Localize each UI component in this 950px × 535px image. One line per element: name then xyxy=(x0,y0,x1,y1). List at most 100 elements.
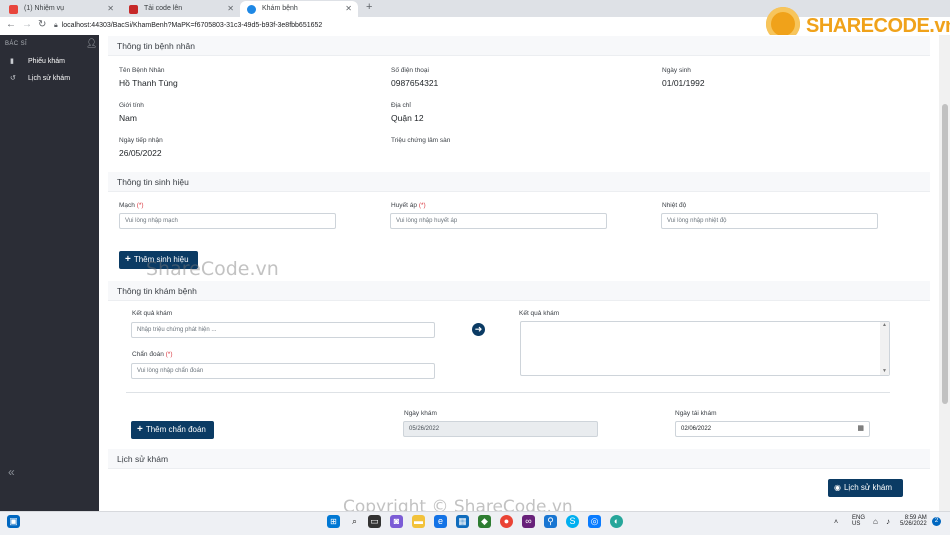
divider xyxy=(126,392,890,393)
tab-title: Khám bệnh xyxy=(262,5,298,12)
phone-label: Số điện thoại xyxy=(391,67,429,74)
tab-title: Tải code lên xyxy=(144,5,183,12)
patient-section-title: Thông tin bệnh nhân xyxy=(117,41,195,51)
back-arrow-icon[interactable]: ← xyxy=(6,19,16,30)
chat-icon[interactable]: ◙ xyxy=(390,515,403,528)
tab-favicon-icon xyxy=(247,5,256,14)
maps-icon[interactable]: ⚲ xyxy=(544,515,557,528)
collapse-sidebar-icon[interactable]: « xyxy=(8,465,15,479)
page-scrollbar-thumb[interactable] xyxy=(942,104,948,404)
search-icon[interactable]: ⌕ xyxy=(348,515,361,528)
scroll-down-icon[interactable]: ▼ xyxy=(882,368,887,374)
temperature-input[interactable]: Vui lòng nhập nhiệt độ xyxy=(661,213,878,229)
plus-icon: + xyxy=(125,254,131,265)
intake-date-value: 26/05/2022 xyxy=(119,148,162,158)
file-explorer-icon[interactable]: ▬ xyxy=(412,515,425,528)
watermark-center: ShareCode.vn xyxy=(146,258,279,280)
sidebar xyxy=(0,35,99,511)
pulse-input[interactable]: Vui lòng nhập mạch xyxy=(119,213,336,229)
network-icon[interactable]: ⌂ xyxy=(873,517,878,526)
app-icon[interactable]: ◆ xyxy=(478,515,491,528)
browser-tab-1[interactable]: (1) Nhiệm vụ ✕ xyxy=(2,1,120,17)
forward-arrow-icon[interactable]: → xyxy=(22,19,32,30)
exam-result-box-label: Kết quả khám xyxy=(519,310,560,317)
notification-badge[interactable]: 2 xyxy=(932,517,941,526)
exam-date-label: Ngày khám xyxy=(404,410,437,417)
symptom-label: Triệu chứng lâm sàn xyxy=(391,137,451,144)
language-indicator[interactable]: ENG US xyxy=(852,515,865,527)
name-label: Tên Bệnh Nhân xyxy=(119,67,165,74)
task-view-icon[interactable]: ▭ xyxy=(368,515,381,528)
os-taskbar xyxy=(0,511,950,535)
sidebar-item-label: Lịch sử khám xyxy=(28,75,71,82)
sidebar-item-label: Phiếu khám xyxy=(28,58,65,65)
clock[interactable]: 8:59 AM 5/26/2022 xyxy=(900,515,927,527)
vitals-section-title: Thông tin sinh hiệu xyxy=(117,177,189,187)
url-field[interactable]: 🔒︎ localhost:44303/BacSi/KhamBenh?MaPK=f6… xyxy=(54,19,534,33)
add-diagnosis-button[interactable]: + Thêm chẩn đoán xyxy=(131,421,214,439)
patient-section-header xyxy=(108,36,930,56)
sidebar-item-phieu-kham[interactable]: ▮ Phiếu khám xyxy=(10,57,65,65)
lock-icon: 🔒︎ xyxy=(54,22,58,29)
tab-favicon-icon xyxy=(129,5,138,14)
volume-icon[interactable]: ♪ xyxy=(886,517,890,526)
exam-result-label: Kết quả khám xyxy=(132,310,173,317)
history-section-title: Lịch sử khám xyxy=(117,454,169,464)
name-value: Hồ Thanh Tùng xyxy=(119,78,178,88)
revisit-date-input[interactable]: 02/06/2022 ▦ xyxy=(675,421,870,437)
exam-result-textarea[interactable] xyxy=(520,321,890,376)
view-history-button[interactable]: ◉ Lịch sử khám xyxy=(828,479,903,497)
diagnosis-label: Chẩn đoán (*) xyxy=(132,351,173,358)
dob-label: Ngày sinh xyxy=(662,67,691,74)
reload-icon[interactable]: ↻ xyxy=(38,19,46,30)
visual-studio-icon[interactable]: ∞ xyxy=(522,515,535,528)
exam-section-header xyxy=(108,281,930,301)
revisit-date-value: 02/06/2022 xyxy=(681,426,712,432)
scroll-up-icon[interactable]: ▲ xyxy=(882,322,887,328)
blood-pressure-input[interactable]: Vui lòng nhập huyết áp xyxy=(390,213,607,229)
calendar-icon[interactable]: ▦ xyxy=(857,422,864,436)
sidebar-header: BÁC SĨ xyxy=(5,41,28,47)
textarea-scrollbar[interactable]: ▲ ▼ xyxy=(880,322,889,375)
temperature-label: Nhiệt độ xyxy=(662,202,687,209)
tab-favicon-icon xyxy=(9,5,18,14)
blood-pressure-label: Huyết áp (*) xyxy=(391,202,426,209)
tray-chevron-icon[interactable]: ˄ xyxy=(834,519,838,526)
sidebar-item-lich-su-kham[interactable]: ↺ Lịch sử khám xyxy=(10,74,70,82)
browser-tab-2[interactable]: Tải code lên ✕ xyxy=(122,1,240,17)
app-icon-3[interactable]: ◐ xyxy=(610,515,623,528)
edge-icon[interactable]: e xyxy=(434,515,447,528)
tab-close-icon[interactable]: ✕ xyxy=(345,1,352,17)
app-icon-2[interactable]: ◎ xyxy=(588,515,601,528)
gender-value: Nam xyxy=(119,113,137,123)
user-icon[interactable]: 👤︎ xyxy=(86,38,97,49)
vitals-section-header xyxy=(108,172,930,192)
revisit-date-label: Ngày tái khám xyxy=(675,410,717,417)
browser-tab-3-active[interactable]: Khám bệnh ✕ xyxy=(240,1,358,17)
phone-value: 0987654321 xyxy=(391,78,439,88)
plus-icon: + xyxy=(137,424,143,435)
intake-date-label: Ngày tiếp nhận xyxy=(119,137,163,144)
start-icon[interactable]: ⊞ xyxy=(327,515,340,528)
clipboard-icon: ▮ xyxy=(10,58,14,65)
store-icon[interactable]: ▦ xyxy=(456,515,469,528)
diagnosis-input[interactable]: Vui lòng nhập chẩn đoán xyxy=(131,363,435,379)
desktop-app-icon[interactable]: ▣ xyxy=(7,515,20,528)
arrow-right-icon[interactable]: ➜ xyxy=(472,323,485,336)
dob-value: 01/01/1992 xyxy=(662,78,705,88)
history-section-header xyxy=(108,449,930,469)
url-text: localhost:44303/BacSi/KhamBenh?MaPK=f670… xyxy=(61,22,323,29)
exam-result-input[interactable]: Nhập triệu chứng phát hiện ... xyxy=(131,322,435,338)
address-value: Quận 12 xyxy=(391,113,424,123)
address-label: Địa chỉ xyxy=(391,102,411,109)
tab-title: (1) Nhiệm vụ xyxy=(24,5,65,12)
tab-close-icon[interactable]: ✕ xyxy=(227,1,234,17)
history-icon: ↺ xyxy=(10,75,16,82)
new-tab-button[interactable]: + xyxy=(366,1,372,13)
gender-label: Giới tính xyxy=(119,102,144,109)
chrome-icon[interactable]: ● xyxy=(500,515,513,528)
exam-date-field: 05/26/2022 xyxy=(403,421,598,437)
tab-close-icon[interactable]: ✕ xyxy=(107,1,114,17)
pulse-label: Mạch (*) xyxy=(119,202,144,209)
skype-icon[interactable]: S xyxy=(566,515,579,528)
